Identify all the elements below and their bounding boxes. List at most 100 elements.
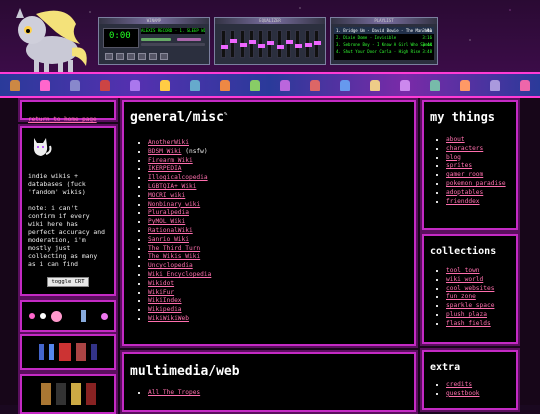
volume-balance-sliders[interactable]: [141, 37, 205, 47]
eq-band-knob[interactable]: [248, 40, 256, 45]
prev-button[interactable]: [105, 53, 113, 60]
wiki-link[interactable]: Uncyclopedia: [148, 262, 193, 269]
eq-band-knob[interactable]: [267, 41, 275, 46]
wiki-link[interactable]: LGBTQIA+ Wiki: [148, 183, 196, 190]
list-item: The Wikis Wiki: [148, 253, 408, 262]
playlist-row[interactable]: 3:48 4. Shut Your Door Carla - High Rise: [334, 48, 434, 55]
eq-band-knob[interactable]: [304, 42, 312, 47]
wiki-link[interactable]: Wikipedia: [148, 306, 182, 313]
wiki-link[interactable]: sparkle space: [446, 302, 494, 309]
wiki-link[interactable]: flash fields: [446, 320, 491, 327]
eq-band-slider[interactable]: [267, 30, 275, 58]
wiki-link[interactable]: IKERPEDIA: [148, 165, 182, 172]
figure-sprite-icon: [39, 344, 44, 360]
player-track-title: ALEXIS RECORD - 1. SLEEP WITHO: [141, 28, 205, 34]
mallet-sprite-icon: [80, 310, 86, 322]
wiki-link[interactable]: frienddex: [446, 198, 480, 205]
list-item: The Third Turn: [148, 245, 408, 254]
eq-band-slider[interactable]: [276, 30, 284, 58]
playlist-titlebar[interactable]: PLAYLIST: [331, 18, 437, 24]
wiki-link[interactable]: Illogicalcopedia: [148, 174, 208, 181]
wiki-link[interactable]: WikiIndex: [148, 297, 182, 304]
wiki-link[interactable]: The Wikis Wiki: [148, 253, 200, 260]
play-button[interactable]: [116, 53, 124, 60]
eq-band-knob[interactable]: [230, 38, 238, 43]
balance-slider[interactable]: [177, 38, 201, 41]
general-misc-title-text: general/misc: [130, 110, 224, 125]
wiki-link[interactable]: Wiki Encyclopedia: [148, 271, 211, 278]
eq-band-slider[interactable]: [248, 30, 256, 58]
pokemon-sprite-icon: [100, 79, 110, 91]
playlist-row[interactable]: 3:44 3. Sebrone Boy - I Know A Girl Who S…: [334, 41, 434, 48]
wiki-link[interactable]: PyMOL Wiki: [148, 218, 185, 225]
wiki-link[interactable]: Wikidot: [148, 280, 174, 287]
pause-button[interactable]: [127, 53, 135, 60]
eq-band-slider[interactable]: [230, 30, 238, 58]
playlist-track: 3. Sebrone Boy - I Know A Girl Who Speak…: [336, 42, 434, 47]
playlist-row[interactable]: 3:16 2. Dixie Dome - Invisible: [334, 34, 434, 41]
playlist-row[interactable]: 3:41 1. Bridge Um - David Bowie - The Man…: [334, 27, 434, 34]
wiki-link[interactable]: characters: [446, 145, 483, 152]
list-item: BDSM Wiki (nsfw): [148, 148, 408, 157]
music-player-main[interactable]: WINAMP 0:00 ALEXIS RECORD - 1. SLEEP WIT…: [98, 17, 210, 65]
toggle-crt-button[interactable]: toggle CRT: [47, 277, 89, 287]
player-titlebar[interactable]: WINAMP: [99, 18, 209, 24]
wiki-link[interactable]: gamer room: [446, 171, 483, 178]
wiki-link[interactable]: Sanrio Wiki: [148, 236, 189, 243]
wiki-link[interactable]: Pluralpedia: [148, 209, 189, 216]
eq-band-knob[interactable]: [295, 44, 303, 48]
eq-band-slider[interactable]: [286, 30, 294, 58]
wiki-link[interactable]: plush plaza: [446, 311, 487, 318]
wiki-link[interactable]: blog: [446, 154, 461, 161]
eq-band-knob[interactable]: [239, 42, 247, 47]
wiki-link[interactable]: RationalWiki: [148, 227, 193, 234]
eq-band-slider[interactable]: [239, 30, 247, 58]
pokemon-sprite-icon: [370, 79, 380, 91]
wiki-link[interactable]: MOCRI wiki: [148, 192, 185, 199]
seek-slider[interactable]: [141, 43, 205, 46]
wiki-link[interactable]: adoptables: [446, 189, 483, 196]
wiki-link[interactable]: pokemon paradise: [446, 180, 506, 187]
wiki-link[interactable]: WikiWikiWeb: [148, 315, 189, 322]
wiki-link[interactable]: All The Tropes: [148, 389, 200, 396]
eq-band-slider[interactable]: [221, 30, 228, 58]
wiki-link[interactable]: credits: [446, 381, 472, 388]
wiki-link[interactable]: sprites: [446, 162, 472, 169]
wiki-link[interactable]: The Third Turn: [148, 245, 200, 252]
wiki-link[interactable]: tool town: [446, 267, 480, 274]
volume-slider[interactable]: [141, 38, 171, 41]
wiki-link[interactable]: wiki world: [446, 276, 483, 283]
eq-band-knob[interactable]: [313, 41, 321, 46]
eq-band-knob[interactable]: [221, 45, 228, 50]
music-player-equalizer[interactable]: EQUALIZER: [214, 17, 326, 65]
extra-list: credits guestbook: [430, 381, 510, 399]
music-player-playlist[interactable]: PLAYLIST 3:41 1. Bridge Um - David Bowie …: [330, 17, 438, 65]
list-item: AnotherWiki: [148, 139, 408, 148]
eq-band-slider[interactable]: [295, 30, 303, 58]
home-link[interactable]: return to home page: [28, 116, 97, 123]
list-item: pokemon paradise: [446, 180, 510, 189]
eq-band-knob[interactable]: [286, 40, 294, 45]
my-things-title: my things: [430, 110, 496, 124]
wiki-link[interactable]: AnotherWiki: [148, 139, 189, 146]
intro-note: note: i can't confirm if every wiki here…: [28, 204, 105, 268]
next-button[interactable]: [149, 53, 157, 60]
wiki-link[interactable]: Nonbinary wiki: [148, 201, 200, 208]
playlist-track: 2. Dixie Dome - Invisible: [336, 35, 397, 40]
eq-band-slider[interactable]: [304, 30, 312, 58]
wiki-link[interactable]: guestbook: [446, 390, 480, 397]
wiki-link[interactable]: BDSM Wiki: [148, 148, 182, 155]
stop-button[interactable]: [138, 53, 146, 60]
eq-band-knob[interactable]: [258, 44, 266, 48]
multimedia-wiki-list: All The Tropes: [130, 389, 408, 398]
wiki-link[interactable]: fun zone: [446, 293, 476, 300]
wiki-link[interactable]: cool websites: [446, 285, 494, 292]
eq-band-slider[interactable]: [258, 30, 266, 58]
eq-band-knob[interactable]: [276, 45, 284, 50]
wiki-link[interactable]: Firearm Wiki: [148, 157, 193, 164]
eq-band-slider[interactable]: [313, 30, 321, 58]
equalizer-titlebar[interactable]: EQUALIZER: [215, 18, 325, 24]
wiki-link[interactable]: WikiFur: [148, 289, 174, 296]
wiki-link[interactable]: about: [446, 136, 465, 143]
eject-button[interactable]: [160, 53, 168, 60]
